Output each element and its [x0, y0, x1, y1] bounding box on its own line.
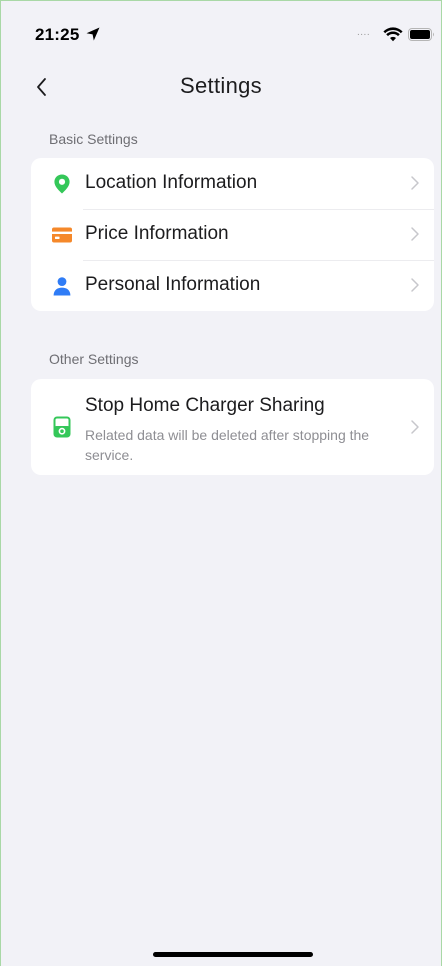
chevron-right-icon — [411, 420, 419, 434]
settings-item-personal[interactable]: Personal Information — [31, 260, 434, 311]
home-indicator[interactable] — [153, 952, 313, 957]
page-title: Settings — [180, 73, 262, 98]
settings-item-price[interactable]: Price Information — [31, 209, 434, 260]
chevron-right-icon — [411, 227, 419, 241]
battery-icon — [408, 28, 434, 41]
location-arrow-icon — [86, 27, 100, 41]
location-pin-icon — [54, 174, 70, 194]
person-icon — [53, 277, 71, 296]
basic-settings-card: Location Information Price Information P… — [31, 158, 434, 311]
settings-item-label: Location Information — [85, 172, 258, 193]
wifi-icon — [383, 27, 403, 42]
signal-dots: .... — [357, 27, 371, 38]
settings-item-description: Related data will be deleted after stopp… — [85, 427, 370, 463]
status-bar: 21:25 .... — [1, 1, 441, 65]
settings-item-label: Stop Home Charger Sharing — [85, 395, 325, 416]
nav-bar: Settings — [1, 65, 441, 109]
section-header-other: Other Settings — [49, 351, 139, 367]
chevron-right-icon — [411, 176, 419, 190]
settings-item-label: Price Information — [85, 223, 229, 244]
section-header-basic: Basic Settings — [49, 131, 138, 147]
other-settings-card: Stop Home Charger Sharing Related data w… — [31, 379, 434, 475]
status-time: 21:25 — [35, 25, 80, 44]
settings-item-location[interactable]: Location Information — [31, 158, 434, 209]
charger-icon — [53, 416, 71, 438]
settings-screen: 21:25 .... Settings Basic Settings Locat… — [0, 0, 442, 966]
chevron-right-icon — [411, 278, 419, 292]
settings-item-label: Personal Information — [85, 274, 261, 295]
settings-item-stop-sharing[interactable]: Stop Home Charger Sharing Related data w… — [31, 379, 434, 475]
card-icon — [52, 227, 72, 243]
